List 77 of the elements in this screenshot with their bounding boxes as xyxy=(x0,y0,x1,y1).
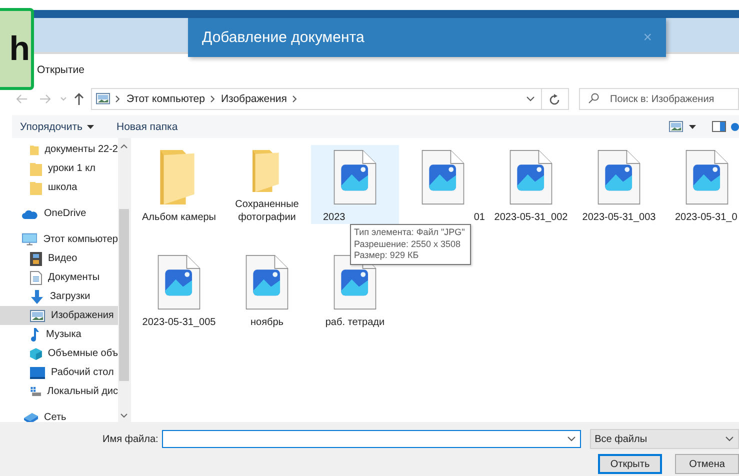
desktop-icon xyxy=(30,366,45,378)
file-item-highlight[interactable]: 2023 xyxy=(311,145,399,224)
file-type-dropdown[interactable]: Все файлы xyxy=(590,429,739,449)
badge-letter: h xyxy=(9,32,30,66)
chevron-right-icon xyxy=(115,95,122,103)
cube-icon xyxy=(30,346,42,360)
sidebar-item[interactable]: Этот компьютер xyxy=(0,230,118,249)
caret-icon xyxy=(688,124,696,128)
dialog-button[interactable]: Открыть xyxy=(598,454,662,474)
file-name: 2023-05-31_003 xyxy=(582,212,656,224)
folder-icon xyxy=(30,142,39,156)
caret-icon xyxy=(87,124,94,128)
sidebar-item[interactable]: Локальный дис xyxy=(0,382,118,401)
folder-icon xyxy=(30,180,42,194)
picture-icon xyxy=(96,93,110,105)
file-name: 2023-05-31_002 xyxy=(494,212,568,224)
refresh-icon xyxy=(549,94,560,104)
chevron-down-icon xyxy=(120,413,128,418)
search-icon xyxy=(588,93,599,104)
sidebar-item[interactable]: Объемные объ xyxy=(0,344,118,363)
sidebar-item[interactable]: уроки 1 кл xyxy=(0,159,118,178)
new-folder-button[interactable]: Новая папка xyxy=(108,120,186,132)
file-name: ноябрь xyxy=(250,316,284,329)
arrow-right-icon xyxy=(38,94,51,104)
breadcrumb[interactable]: Этот компьютер xyxy=(126,93,205,105)
drive-icon xyxy=(30,385,42,398)
network-icon xyxy=(22,412,38,422)
address-bar[interactable]: Этот компьютер Изображения xyxy=(91,88,542,110)
file-name: 2023-05-31_005 xyxy=(142,316,216,329)
sidebar-item[interactable]: Документы xyxy=(0,268,118,287)
chevron-right-icon xyxy=(292,95,298,103)
arrow-left-icon xyxy=(16,94,28,104)
chevron-down-icon xyxy=(60,97,67,101)
sidebar-item[interactable]: Музыка xyxy=(0,325,118,344)
chevron-up-icon xyxy=(120,144,128,149)
picture-icon xyxy=(668,120,682,132)
monitor-icon xyxy=(22,233,38,246)
chevron-down-icon xyxy=(725,436,734,442)
file-name: 2023-05-31_0 xyxy=(675,212,738,224)
window-title: Открытие xyxy=(37,64,84,76)
down-arrow-icon xyxy=(30,290,44,304)
tooltip-line: Разрешение: 2550 x 3508 xyxy=(354,238,462,250)
dialog-title: Добавление документа xyxy=(202,29,364,46)
organize-button[interactable]: Упорядочить xyxy=(12,120,102,132)
document-icon xyxy=(30,270,42,284)
sidebar-item[interactable]: Сеть xyxy=(0,408,118,422)
music-note-icon xyxy=(30,328,40,342)
file-name: раб. тетради xyxy=(325,316,385,329)
refresh-button[interactable] xyxy=(542,88,569,110)
sidebar-item[interactable]: Видео xyxy=(0,249,118,268)
picture-icon xyxy=(30,310,45,322)
folder-icon xyxy=(30,162,42,176)
file-name: 01 xyxy=(474,212,485,224)
tooltip-line: Размер: 929 КБ xyxy=(354,250,420,262)
chevron-down-icon xyxy=(526,96,535,102)
chevron-right-icon xyxy=(210,95,216,103)
sidebar-item[interactable]: Изображения xyxy=(0,306,118,325)
file-name: Сохраненные фотографии xyxy=(234,199,300,224)
sidebar-item[interactable]: Рабочий стол xyxy=(0,363,118,382)
dialog-button[interactable]: Отмена xyxy=(675,454,739,474)
cloud-icon xyxy=(22,208,38,218)
file-name: Альбом камеры xyxy=(142,212,216,224)
sidebar-item[interactable]: школа xyxy=(0,178,118,197)
breadcrumb[interactable]: Изображения xyxy=(220,93,287,105)
sidebar-item[interactable]: Загрузки xyxy=(0,287,118,306)
film-icon xyxy=(30,252,42,266)
chevron-down-icon xyxy=(566,436,576,442)
filename-field[interactable] xyxy=(162,430,581,448)
sidebar-item[interactable]: документы 22-2 xyxy=(0,140,118,159)
search-field[interactable]: Поиск в: Изображения xyxy=(579,88,739,110)
file-name: 2023 xyxy=(323,212,346,224)
sidebar-item[interactable]: OneDrive xyxy=(0,204,118,223)
scrollbar[interactable] xyxy=(118,138,130,422)
tooltip-line: Тип элемента: Файл "JPG" xyxy=(354,227,466,238)
arrow-up-icon xyxy=(74,93,84,105)
preview-pane-icon xyxy=(712,121,726,132)
filename-label: Имя файла: xyxy=(102,434,160,444)
